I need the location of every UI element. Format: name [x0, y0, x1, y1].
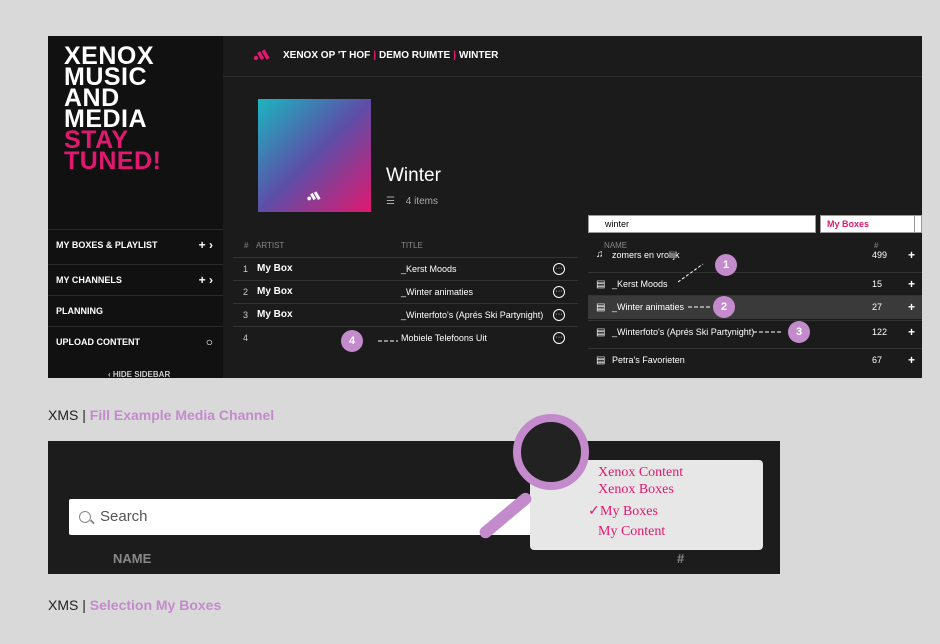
annotation-badge: 2: [713, 296, 735, 318]
annotation-badge: 1: [715, 254, 737, 276]
menu-item-my-content[interactable]: My Content: [598, 523, 665, 540]
menu-item-xenox-content[interactable]: Xenox Content: [598, 464, 683, 481]
menu-item-my-boxes[interactable]: My Boxes: [600, 503, 658, 520]
checkmark-icon: ✓: [588, 504, 600, 519]
caption: XMS | Selection My Boxes: [48, 597, 221, 613]
search-icon: [79, 511, 91, 523]
caption-highlight: Selection My Boxes: [89, 597, 222, 613]
caption: XMS | Fill Example Media Channel: [48, 407, 274, 423]
annotation-badge: 3: [788, 321, 810, 343]
annotation-badge: 4: [341, 330, 363, 352]
caption-prefix: XMS |: [48, 407, 90, 423]
search-input[interactable]: Search: [69, 499, 537, 535]
caption-prefix: XMS |: [48, 597, 90, 613]
magnifier-icon: [513, 414, 589, 490]
column-header-name: NAME: [113, 551, 152, 566]
caption-highlight: Fill Example Media Channel: [89, 407, 275, 423]
menu-item-xenox-boxes[interactable]: Xenox Boxes: [598, 481, 674, 498]
column-header-count: #: [677, 551, 685, 566]
app-screenshot-main: XENOX MUSIC AND MEDIA STAY TUNED! MY BOX…: [48, 36, 922, 378]
